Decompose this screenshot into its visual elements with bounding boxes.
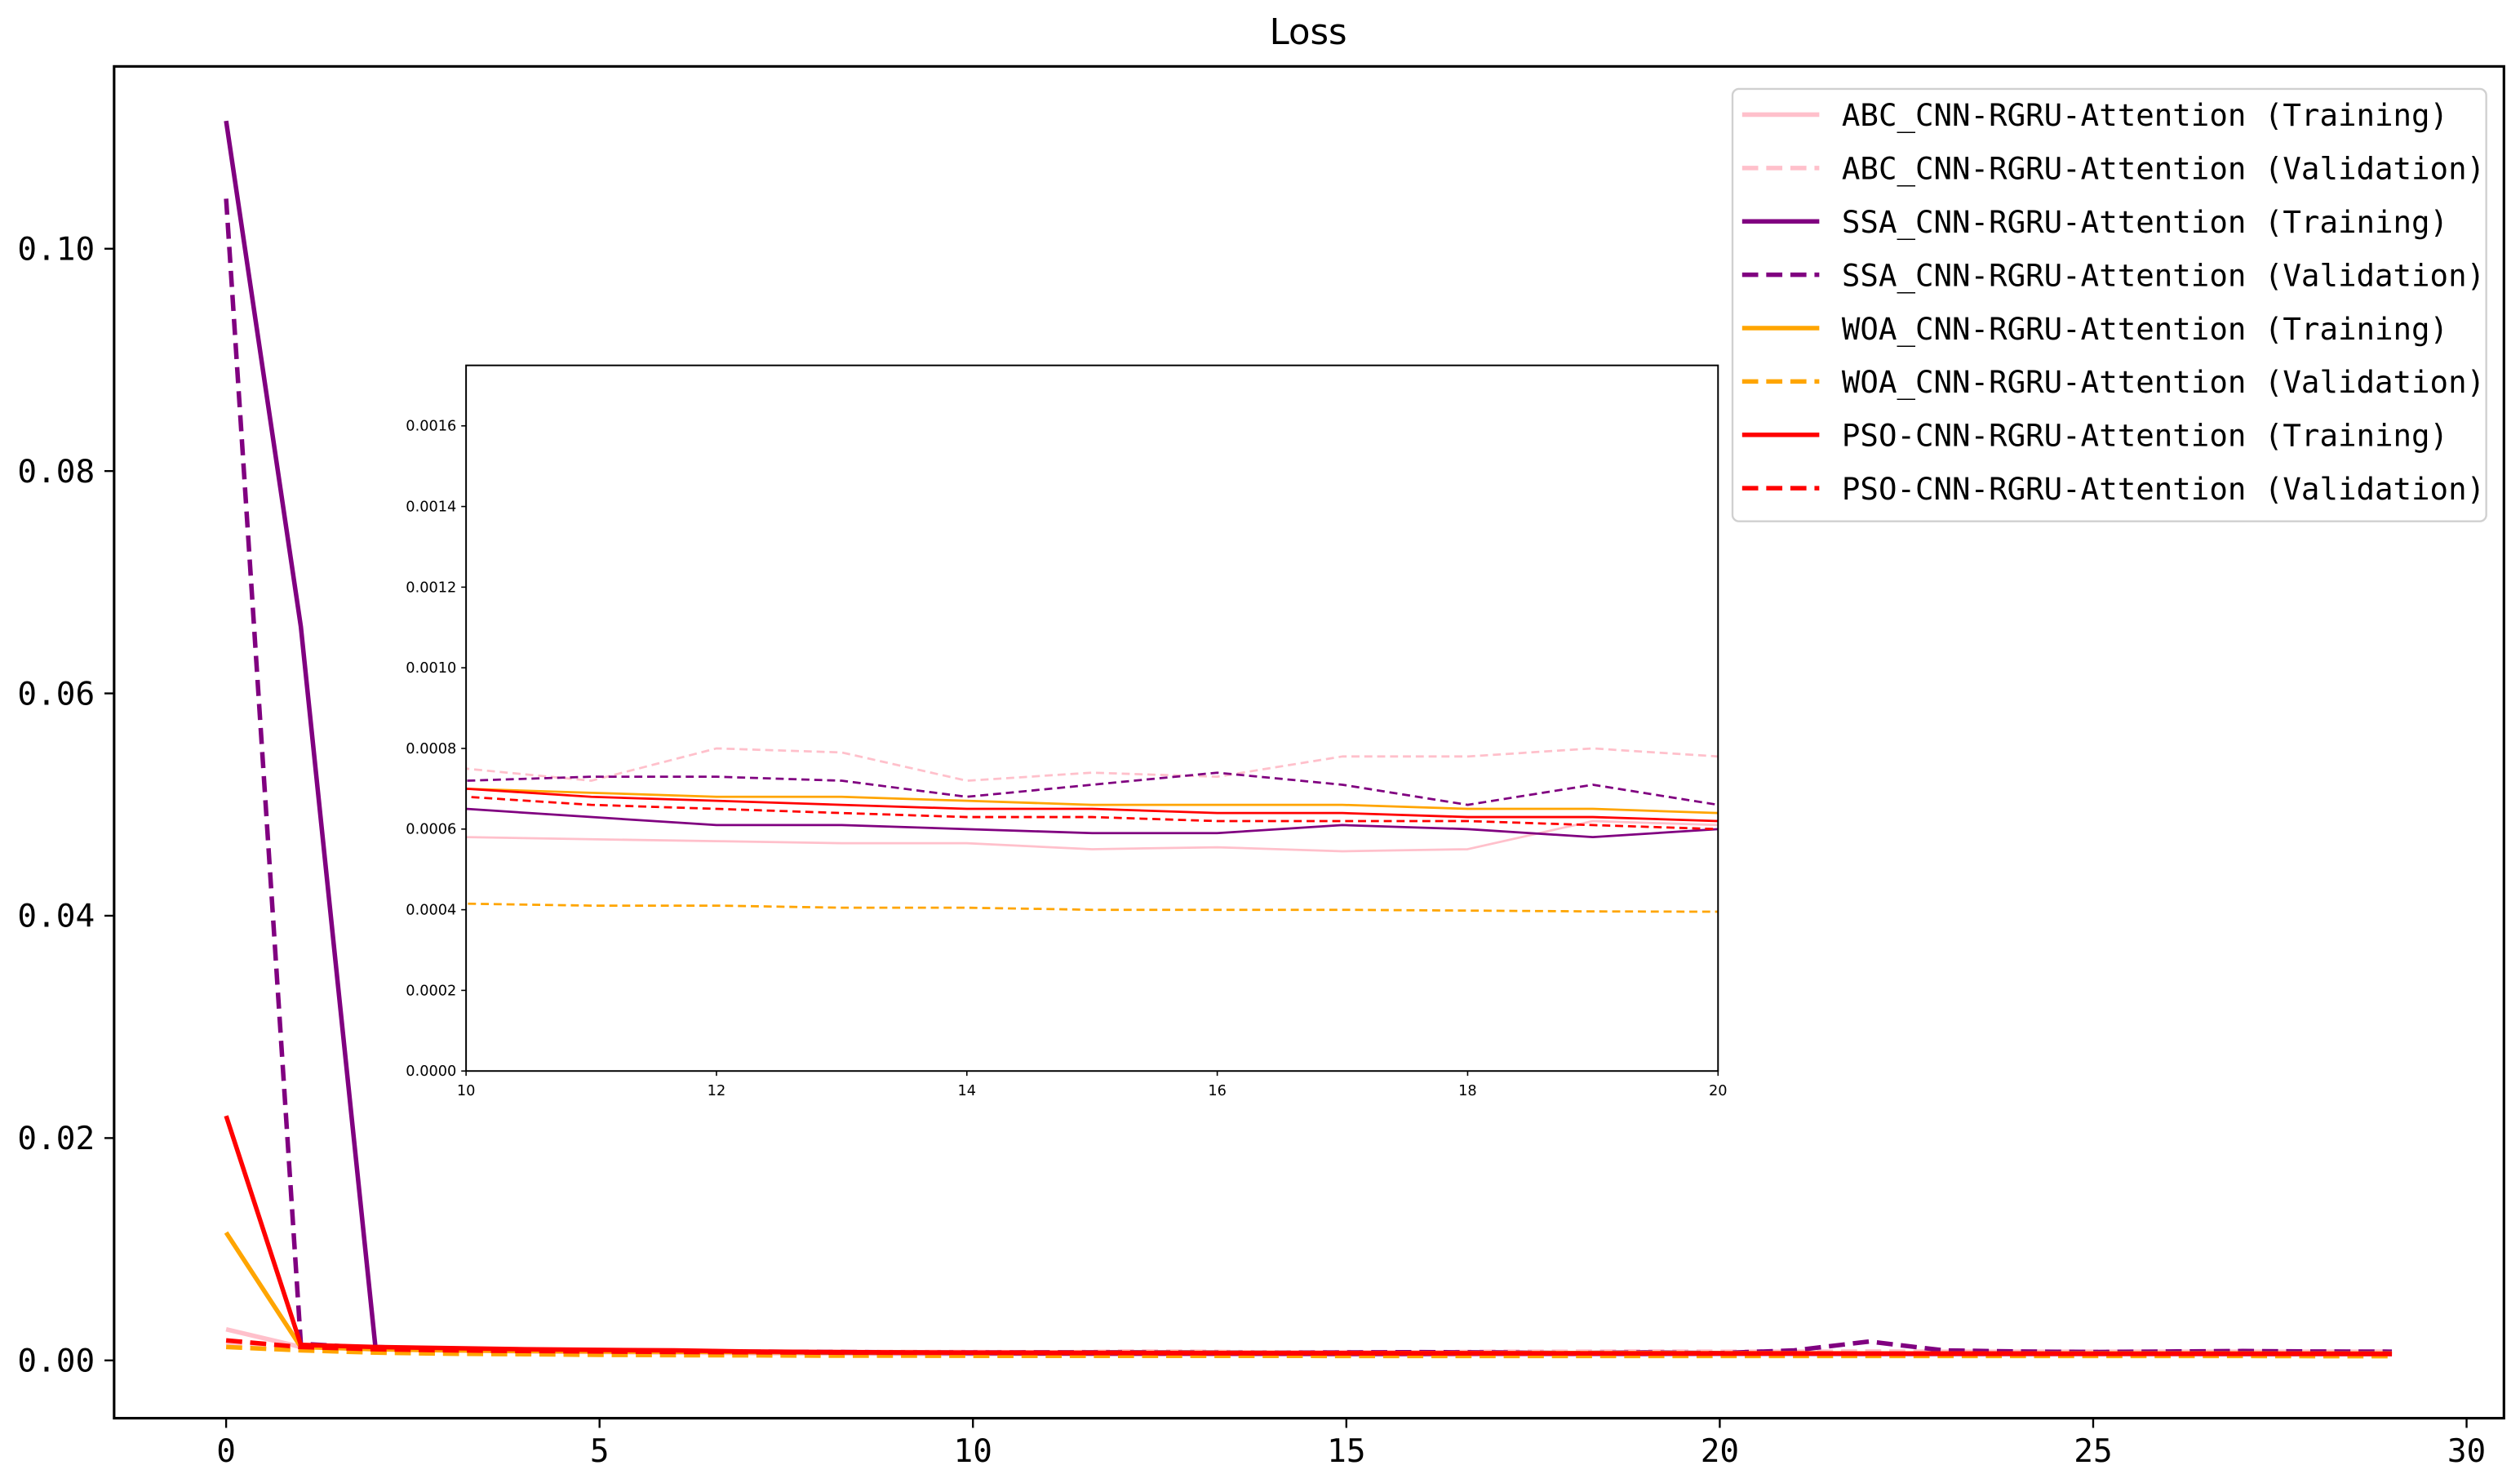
legend-entry: WOA_CNN-RGRU-Attention (Training) xyxy=(1741,311,2448,348)
inset-y-tick-label: 0.0000 xyxy=(406,1063,456,1080)
legend-entry: ABC_CNN-RGRU-Attention (Validation) xyxy=(1741,151,2485,188)
legend-label: WOA_CNN-RGRU-Attention (Training) xyxy=(1842,311,2448,348)
legend: ABC_CNN-RGRU-Attention (Training) ABC_CNN… xyxy=(1731,87,2487,522)
inset-x-tick-label: 20 xyxy=(1709,1083,1728,1099)
x-tick-label: 25 xyxy=(2074,1432,2112,1470)
legend-entry: SSA_CNN-RGRU-Attention (Validation) xyxy=(1741,257,2485,294)
inset-y-tick-label: 0.0006 xyxy=(406,822,456,838)
legend-entry: ABC_CNN-RGRU-Attention (Training) xyxy=(1741,97,2448,134)
y-tick-label: 0.00 xyxy=(17,1343,95,1380)
loss-chart: Loss 0 5 10 15 20 25 30 0.00 0.02 0.04 0.06 0.08 0.1… xyxy=(0,0,2520,1483)
x-tick-label: 0 xyxy=(216,1432,236,1470)
inset-x-tick-label: 16 xyxy=(1208,1083,1227,1099)
x-tick-label: 30 xyxy=(2447,1432,2486,1470)
inset-y-tick-label: 0.0010 xyxy=(406,660,456,677)
inset-y-tick-label: 0.0008 xyxy=(406,741,456,757)
x-tick-label: 5 xyxy=(590,1432,610,1470)
inset-y-tick-label: 0.0016 xyxy=(406,419,456,435)
inset-y-tick-label: 0.0014 xyxy=(406,499,456,515)
series-line-woa-cnn-rgru-attention-training- xyxy=(224,1231,2393,1356)
series-line-pso-cnn-rgru-attention-training- xyxy=(224,1115,2393,1356)
y-tick-label: 0.04 xyxy=(17,898,95,935)
x-tick-label: 10 xyxy=(954,1432,992,1470)
inset-y-tick-label: 0.0012 xyxy=(406,579,456,596)
y-tick-label: 0.02 xyxy=(17,1120,95,1157)
y-tick-label: 0.10 xyxy=(17,231,95,269)
inset-background xyxy=(466,365,1719,1072)
legend-label: ABC_CNN-RGRU-Attention (Validation) xyxy=(1842,151,2485,188)
inset-x-tick-label: 10 xyxy=(457,1083,476,1099)
x-tick-label: 20 xyxy=(1701,1432,1739,1470)
legend-entry: PSO-CNN-RGRU-Attention (Validation) xyxy=(1741,471,2485,507)
legend-entry: SSA_CNN-RGRU-Attention (Training) xyxy=(1741,204,2448,241)
legend-entry: WOA_CNN-RGRU-Attention (Validation) xyxy=(1741,364,2485,401)
legend-label: PSO-CNN-RGRU-Attention (Training) xyxy=(1842,418,2448,454)
y-tick-label: 0.06 xyxy=(17,675,95,713)
inset-y-tick-label: 0.0004 xyxy=(406,903,456,919)
chart-title: Loss xyxy=(1270,12,1347,53)
legend-label: ABC_CNN-RGRU-Attention (Training) xyxy=(1842,97,2448,134)
legend-entry: PSO-CNN-RGRU-Attention (Training) xyxy=(1741,418,2448,454)
x-tick-label: 15 xyxy=(1327,1432,1365,1470)
legend-label: SSA_CNN-RGRU-Attention (Training) xyxy=(1842,204,2448,241)
chart-svg: Loss 0 5 10 15 20 25 30 0.00 0.02 0.04 0.06 0.08 0.1… xyxy=(17,12,2505,1470)
inset-x-tick-label: 14 xyxy=(958,1083,977,1099)
inset-x-tick-label: 18 xyxy=(1458,1083,1477,1099)
legend-label: PSO-CNN-RGRU-Attention (Validation) xyxy=(1842,471,2485,507)
legend-label: SSA_CNN-RGRU-Attention (Validation) xyxy=(1842,257,2485,294)
y-tick-label: 0.08 xyxy=(17,453,95,491)
inset-y-tick-label: 0.0002 xyxy=(406,983,456,999)
inset-x-tick-label: 12 xyxy=(708,1083,726,1099)
legend-label: WOA_CNN-RGRU-Attention (Validation) xyxy=(1842,364,2485,401)
